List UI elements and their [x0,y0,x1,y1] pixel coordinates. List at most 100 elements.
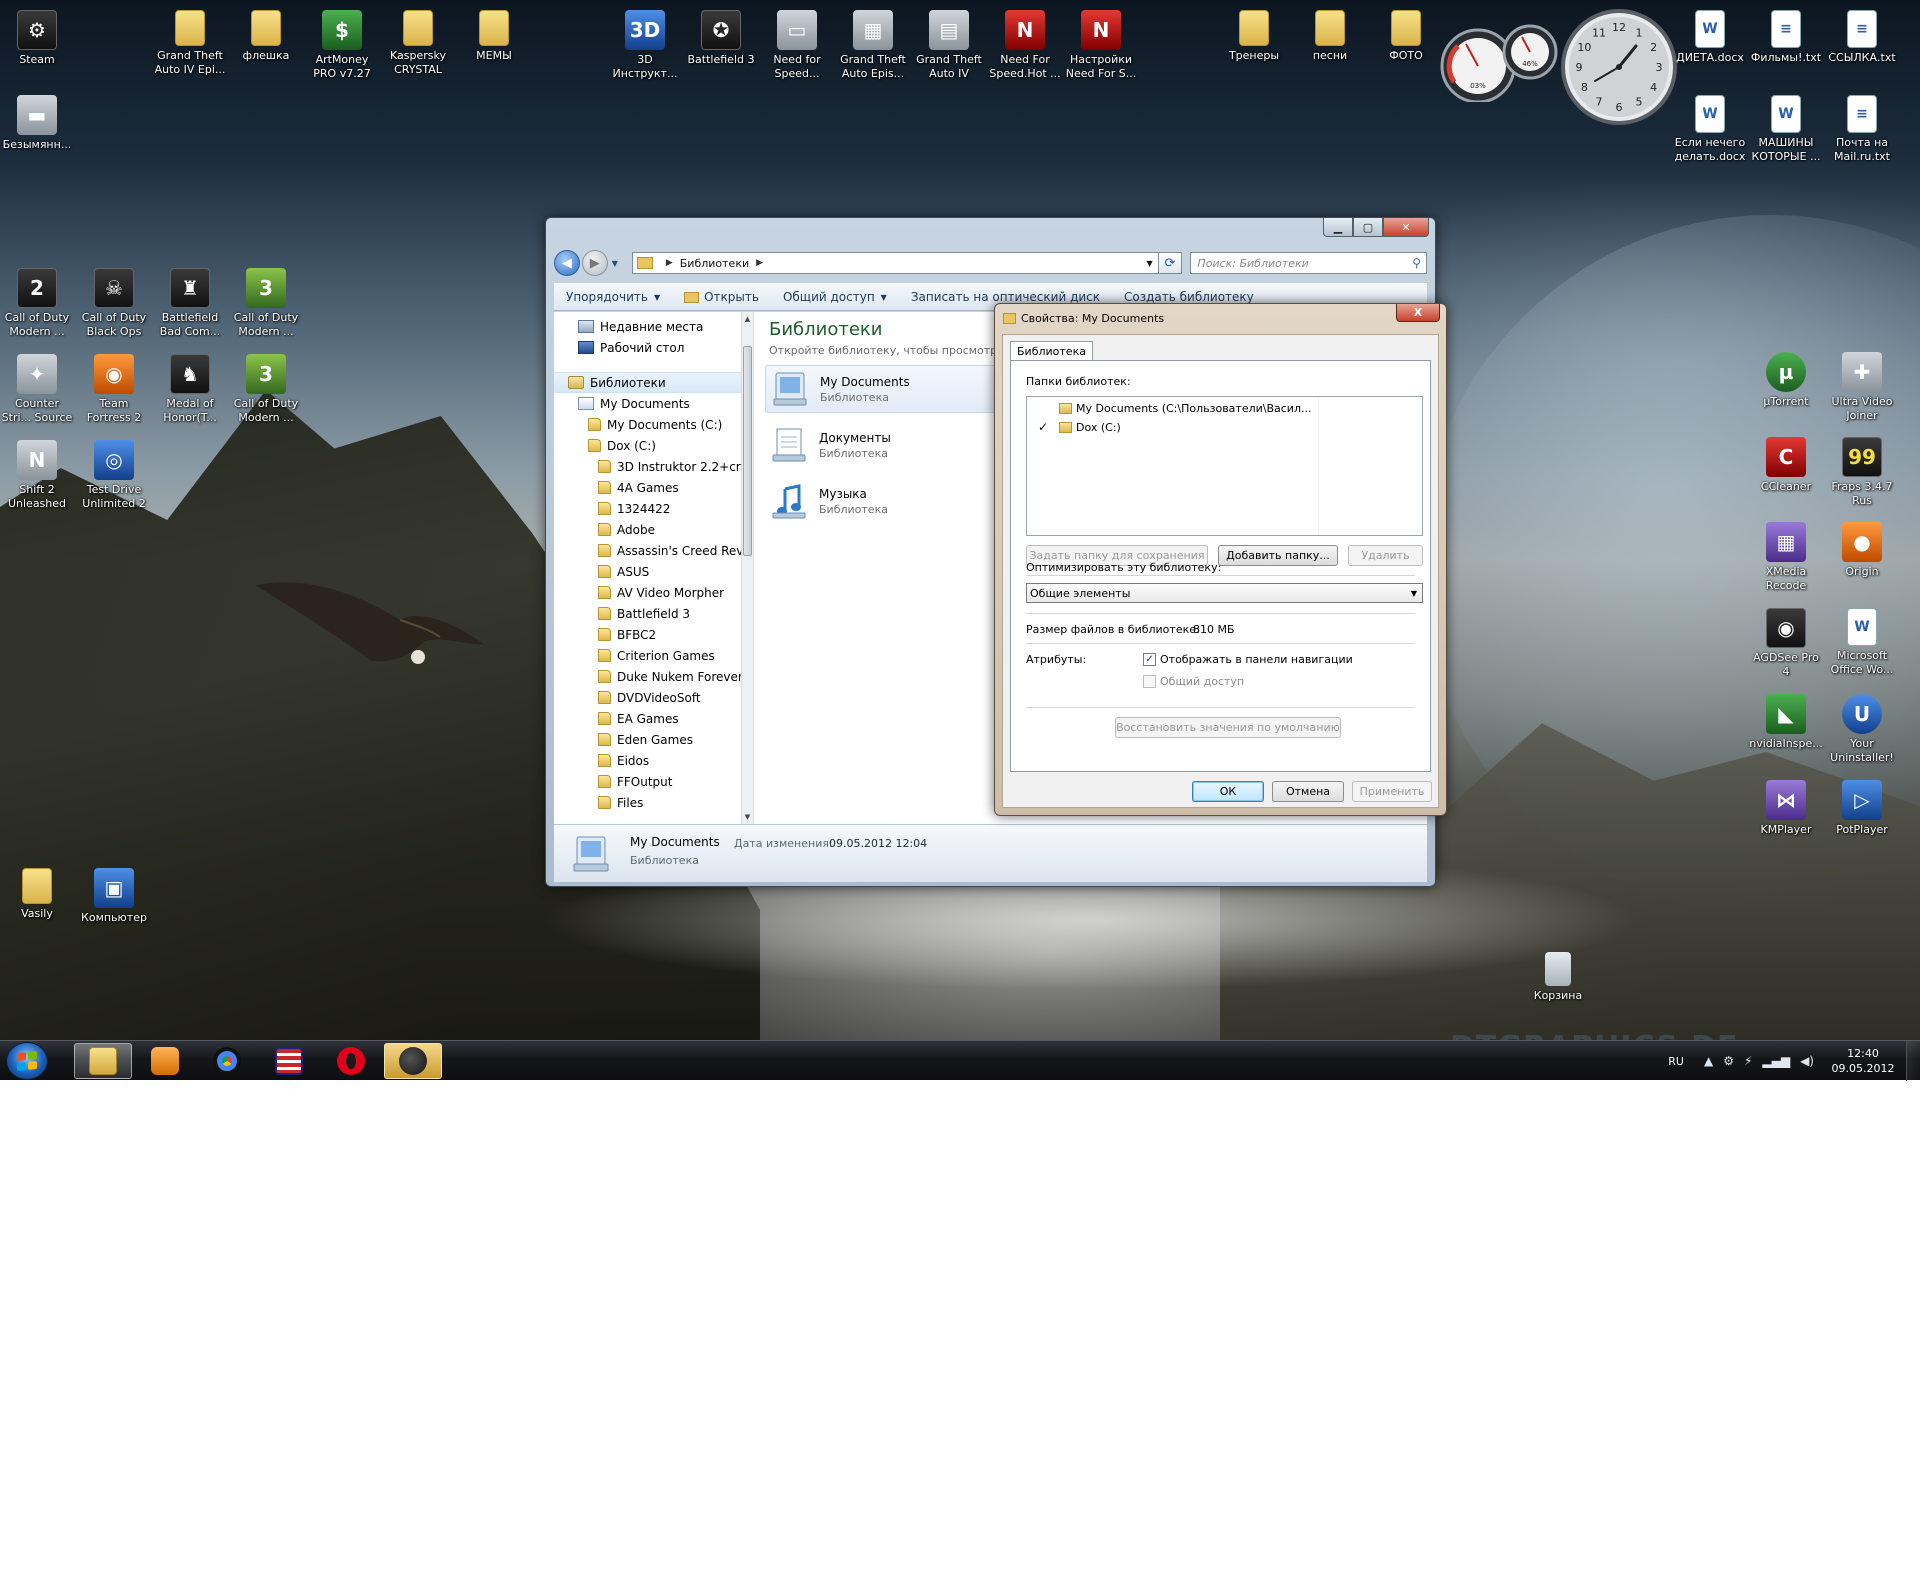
tree-item[interactable]: My Documents (C:) [554,414,753,435]
show-desktop-button[interactable] [1906,1041,1920,1081]
address-bar[interactable]: ▶ Библиотеки ▶ ▼ [631,252,1159,274]
desktop-icon-css[interactable]: ✦ Counter Stri... Source [0,354,75,425]
restore-defaults-button[interactable]: Восстановить значения по умолчанию [1115,717,1341,738]
desktop-icon-gta-iv[interactable]: ▤ Grand Theft Auto IV [911,10,987,81]
breadcrumb-libraries[interactable]: Библиотеки [680,257,749,270]
taskbar-explorer[interactable] [74,1043,132,1079]
show-in-nav-checkbox[interactable]: ✓ [1143,653,1156,666]
desktop-icon-fraps[interactable]: 99 Fraps 3.4.7 Rus [1824,437,1900,508]
desktop-icon-gta-epis[interactable]: ▦ Grand Theft Auto Epis... [835,10,911,81]
new-library-button[interactable]: Создать библиотеку [1112,290,1266,304]
desktop-icon-cod-mw2[interactable]: 2 Call of Duty Modern ... [0,268,75,339]
desktop-icon-cod-mw3b[interactable]: 3 Call of Duty Modern ... [228,354,304,425]
desktop-icon-nfs-hot[interactable]: N Need For Speed.Hot ... [987,10,1063,81]
show-hidden-icons-icon[interactable]: ▲ [1704,1054,1713,1068]
library-folder-row[interactable]: My Documents (C:\Пользователи\Васил... [1027,399,1318,417]
desktop-icon-acdsee[interactable]: ◉ AGDSee Pro 4 [1748,608,1824,679]
tree-item[interactable]: Eidos [554,750,753,771]
language-indicator[interactable]: RU [1668,1055,1684,1068]
remove-folder-button[interactable]: Удалить [1348,545,1423,566]
desktop-icon-cars[interactable]: W МАШИНЫ КОТОРЫЕ ... [1748,95,1824,164]
desktop-icon-shift2[interactable]: N Shift 2 Unleashed [0,440,75,511]
search-icon[interactable]: ⚲ [1412,256,1421,270]
desktop-icon-mail[interactable]: ≡ Почта на Mail.ru.txt [1824,95,1900,164]
maximize-button[interactable]: ▢ [1353,218,1383,237]
desktop-icon-cod-blackops[interactable]: ☠ Call of Duty Black Ops [76,268,152,339]
tree-item[interactable]: EA Games [554,708,753,729]
back-button[interactable]: ◀ [554,250,580,276]
volume-icon[interactable]: ◀) [1800,1054,1814,1068]
tree-item[interactable]: Eden Games [554,729,753,750]
taskbar-opera[interactable] [322,1043,380,1079]
cpu-meter-gadget[interactable]: 03% 46% [1438,22,1558,102]
add-folder-button[interactable]: Добавить папку... [1218,545,1338,566]
desktop-icon-computer[interactable]: ▣ Компьютер [76,868,152,925]
tree-item[interactable]: Duke Nukem Forever [554,666,753,687]
desktop-icon-battlefield3[interactable]: ✪ Battlefield 3 [683,10,759,67]
tree-item[interactable]: Assassin's Creed Revelations [554,540,753,561]
shared-label[interactable]: Общий доступ [1160,675,1244,688]
open-button[interactable]: Открыть [672,290,771,304]
desktop-icon-tf2[interactable]: ◉ Team Fortress 2 [76,354,152,425]
taskbar-chrome[interactable] [198,1043,256,1079]
cancel-button[interactable]: Отмена [1272,781,1344,802]
tree-item[interactable]: Dox (C:) [554,435,753,456]
recent-pages-dropdown[interactable]: ▼ [612,259,618,268]
forward-button[interactable]: ▶ [581,250,608,276]
tree-item[interactable]: ASUS [554,561,753,582]
scroll-down-icon[interactable]: ▼ [742,810,753,824]
properties-dialog[interactable]: Свойства: My Documents X Библиотека Папк… [994,303,1447,816]
organize-button[interactable]: Упорядочить ▼ [554,290,672,304]
tree-item[interactable]: 4A Games [554,477,753,498]
tree-item[interactable]: Недавние места [554,316,753,337]
desktop-icon-gta-episodes[interactable]: Grand Theft Auto IV Epi... [152,10,228,77]
optimize-select[interactable]: Общие элементы ▼ [1026,583,1423,603]
desktop-icon-dieta[interactable]: W ДИЕТА.docx [1672,10,1748,65]
tree-item[interactable]: My Documents [554,393,753,414]
desktop-icon-recycle-bin[interactable]: Корзина [1520,952,1596,1003]
tree-item[interactable]: Files [554,792,753,813]
address-dropdown-icon[interactable]: ▼ [1142,259,1158,268]
desktop-icon-nvidia[interactable]: ◣ nvidiaInspe... [1748,694,1824,751]
desktop-icon-uninstaller[interactable]: U Your Uninstaller! [1824,694,1900,765]
desktop-icon-films[interactable]: ≡ Фильмы!.txt [1748,10,1824,65]
desktop-icon-songs[interactable]: песни [1292,10,1368,63]
tree-item[interactable]: AV Video Morpher [554,582,753,603]
tree-item[interactable]: Рабочий стол [554,337,753,358]
desktop-icon-ccleaner[interactable]: C CCleaner [1748,437,1824,494]
close-button[interactable]: ✕ [1383,218,1429,237]
tree-item[interactable]: Battlefield 3 [554,603,753,624]
desktop-icon-nfs[interactable]: ▭ Need for Speed... [759,10,835,81]
desktop-icon-photo[interactable]: ФОТО [1368,10,1444,63]
desktop-icon-utorrent[interactable]: µ µTorrent [1748,352,1824,409]
tree-item[interactable]: Библиотеки [554,372,753,393]
steam-tray-icon[interactable]: ⚙ [1723,1054,1734,1068]
refresh-button[interactable]: ⟳ [1158,252,1183,274]
desktop-icon-kmplayer[interactable]: ⋈ KMPlayer [1748,780,1824,837]
share-button[interactable]: Общий доступ ▼ [771,290,899,304]
taskbar-clock[interactable]: 12:40 09.05.2012 [1824,1046,1902,1076]
desktop-icon-link[interactable]: ≡ ССЫЛКА.txt [1824,10,1900,65]
desktop-icon-flashka[interactable]: флешка [228,10,304,63]
desktop-icon-video-joiner[interactable]: ✚ Ultra Video Joiner [1824,352,1900,423]
taskbar-media-player[interactable] [136,1043,194,1079]
minimize-button[interactable]: ▁ [1323,218,1353,237]
desktop-icon-potplayer[interactable]: ▷ PotPlayer [1824,780,1900,837]
navigation-scrollbar[interactable]: ▲ ▼ [741,312,753,824]
library-folders-list[interactable]: My Documents (C:\Пользователи\Васил... ✓… [1026,396,1423,536]
network-icon[interactable]: ▂▄▆ [1762,1054,1790,1068]
clock-gadget[interactable]: 12 12 3 45678 9 1011 [1560,8,1678,126]
library-folder-row[interactable]: ✓ Dox (C:) [1027,418,1318,436]
tree-item[interactable]: 1324422 [554,498,753,519]
burn-button[interactable]: Записать на оптический диск [899,290,1112,304]
tree-item[interactable]: DVDVideoSoft [554,687,753,708]
search-input[interactable]: Поиск: Библиотеки ⚲ [1190,252,1427,274]
desktop-icon-tdu2[interactable]: ◎ Test Drive Unlimited 2 [76,440,152,511]
tree-item[interactable]: Adobe [554,519,753,540]
breadcrumb-separator-icon[interactable]: ▶ [756,258,763,268]
desktop-icon-vasily[interactable]: Vasily [0,868,75,921]
desktop-icon-artmoney[interactable]: $ ArtMoney PRO v7.27 [304,10,380,81]
scrollbar-thumb[interactable] [743,346,752,556]
tree-item[interactable]: BFBC2 [554,624,753,645]
taskbar-steam[interactable] [384,1043,442,1079]
